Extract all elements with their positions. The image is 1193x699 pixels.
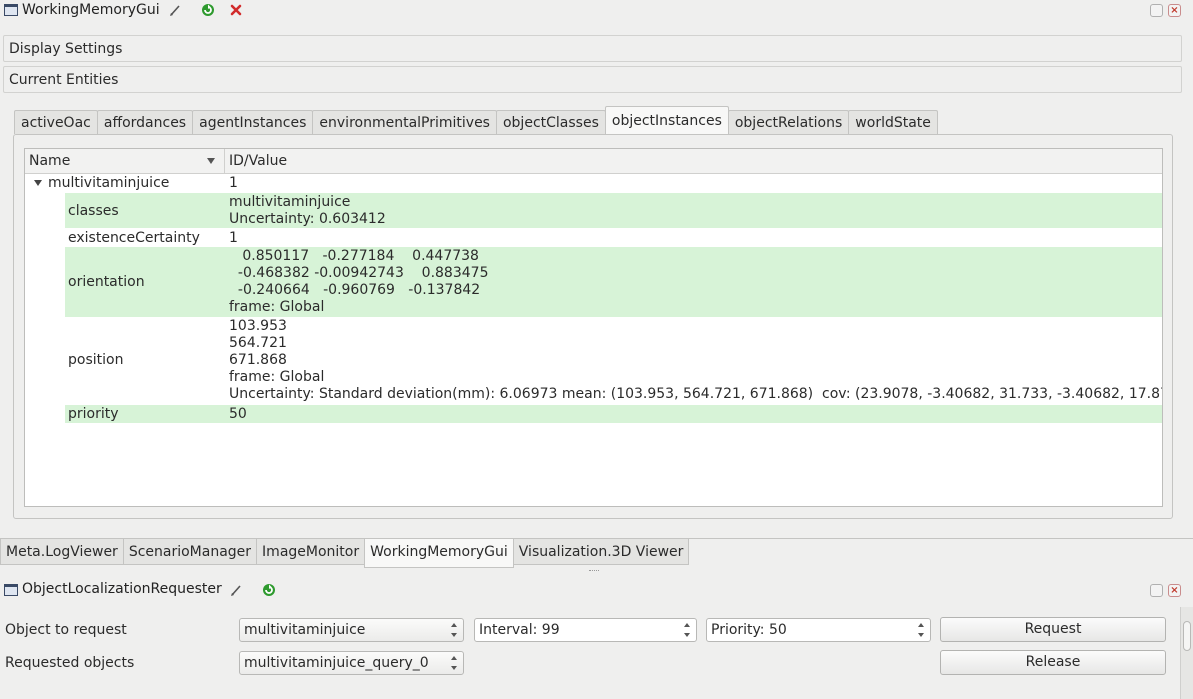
- expand-arrow-icon[interactable]: [34, 180, 42, 186]
- requested-objects-combo[interactable]: multivitaminjuice_query_0: [239, 651, 464, 675]
- column-name[interactable]: Name: [29, 153, 70, 169]
- requester-title: ObjectLocalizationRequester: [22, 581, 222, 597]
- requested-objects-label: Requested objects: [5, 655, 135, 671]
- spin-arrows-icon[interactable]: [684, 623, 692, 637]
- tree-row[interactable]: orientation 0.850117 -0.277184 0.447738 …: [65, 247, 1162, 317]
- row-value: multivitaminjuice Uncertainty: 0.603412: [229, 194, 386, 227]
- tab-agentinstances[interactable]: agentInstances: [192, 110, 314, 134]
- row-value: 0.850117 -0.277184 0.447738 -0.468382 -0…: [229, 248, 489, 315]
- requested-objects-value: multivitaminjuice_query_0: [244, 655, 429, 671]
- tab-objectclasses[interactable]: objectClasses: [495, 110, 606, 134]
- tab-activeoac[interactable]: activeOac: [14, 110, 98, 134]
- interval-value: Interval: 99: [479, 622, 560, 638]
- tab-affordances[interactable]: affordances: [96, 110, 194, 134]
- column-value[interactable]: ID/Value: [229, 153, 287, 169]
- combo-arrows-icon: [451, 656, 459, 670]
- combo-arrows-icon: [451, 623, 459, 637]
- object-to-request-label: Object to request: [5, 622, 127, 638]
- entity-tabs: activeOac affordances agentInstances env…: [14, 106, 938, 134]
- splitter-handle[interactable]: [589, 570, 599, 574]
- close-window-button[interactable]: ×: [1168, 584, 1181, 597]
- close-red-icon[interactable]: [227, 1, 245, 19]
- tab-objectinstances[interactable]: objectInstances: [604, 106, 729, 134]
- object-combo-value: multivitaminjuice: [244, 622, 366, 638]
- refresh-icon[interactable]: [260, 581, 278, 599]
- tree-root-row[interactable]: multivitaminjuice 1: [25, 174, 1162, 192]
- tree-row[interactable]: priority 50: [65, 405, 1162, 423]
- tab-visualization-3d-viewer[interactable]: Visualization.3D Viewer: [512, 539, 690, 565]
- display-settings-label: Display Settings: [9, 41, 123, 57]
- tab-workingmemorygui[interactable]: WorkingMemoryGui: [364, 539, 514, 568]
- tree-row[interactable]: classes multivitaminjuice Uncertainty: 0…: [65, 193, 1162, 228]
- requester-titlebar: ObjectLocalizationRequester ×: [0, 579, 1193, 601]
- row-value: 50: [229, 406, 247, 422]
- object-tree[interactable]: Name ID/Value multivitaminjuice 1 classe…: [24, 148, 1163, 507]
- sort-down-icon: [207, 158, 215, 164]
- window-title: WorkingMemoryGui: [22, 2, 160, 18]
- row-name: position: [68, 352, 124, 368]
- spin-arrows-icon[interactable]: [918, 623, 926, 637]
- release-button[interactable]: Release: [940, 650, 1166, 675]
- close-window-button[interactable]: ×: [1168, 4, 1181, 17]
- tree-header: Name ID/Value: [25, 149, 1162, 174]
- tab-scenariomanager[interactable]: ScenarioManager: [122, 539, 258, 565]
- display-settings-bar[interactable]: Display Settings: [3, 35, 1182, 62]
- window-icon: [4, 4, 18, 16]
- row-name: existenceCertainty: [68, 230, 200, 246]
- window-icon: [4, 584, 18, 596]
- float-window-button[interactable]: [1150, 584, 1163, 597]
- float-window-button[interactable]: [1150, 4, 1163, 17]
- current-entities-bar[interactable]: Current Entities: [3, 66, 1182, 93]
- interval-spinbox[interactable]: Interval: 99: [474, 618, 697, 642]
- top-titlebar: WorkingMemoryGui ×: [0, 0, 1193, 22]
- tab-imagemonitor[interactable]: ImageMonitor: [256, 539, 366, 565]
- priority-spinbox[interactable]: Priority: 50: [706, 618, 931, 642]
- tab-worldstate[interactable]: worldState: [848, 110, 938, 134]
- priority-value: Priority: 50: [711, 622, 787, 638]
- vertical-scrollbar[interactable]: [1180, 607, 1193, 699]
- edit-icon[interactable]: [227, 581, 245, 599]
- row-value: 1: [229, 230, 238, 246]
- tab-environmentalprimitives[interactable]: environmentalPrimitives: [312, 110, 497, 134]
- row-name: classes: [68, 203, 119, 219]
- tree-row[interactable]: position 103.953 564.721 671.868 frame: …: [65, 318, 1162, 405]
- root-value: 1: [229, 175, 238, 191]
- refresh-icon[interactable]: [199, 1, 217, 19]
- tree-row[interactable]: existenceCertainty 1: [65, 229, 1162, 247]
- row-value: 103.953 564.721 671.868 frame: Global Un…: [229, 318, 1162, 402]
- root-name: multivitaminjuice: [48, 175, 170, 191]
- object-combo[interactable]: multivitaminjuice: [239, 618, 464, 642]
- edit-icon[interactable]: [166, 1, 184, 19]
- row-name: priority: [68, 406, 119, 422]
- tab-meta-logviewer[interactable]: Meta.LogViewer: [0, 539, 124, 565]
- scrollbar-thumb[interactable]: [1183, 621, 1191, 651]
- row-name: orientation: [68, 274, 145, 290]
- tab-objectrelations[interactable]: objectRelations: [727, 110, 850, 134]
- request-button[interactable]: Request: [940, 617, 1166, 642]
- current-entities-label: Current Entities: [9, 72, 119, 88]
- dock-tabs: Meta.LogViewer ScenarioManager ImageMoni…: [0, 539, 690, 568]
